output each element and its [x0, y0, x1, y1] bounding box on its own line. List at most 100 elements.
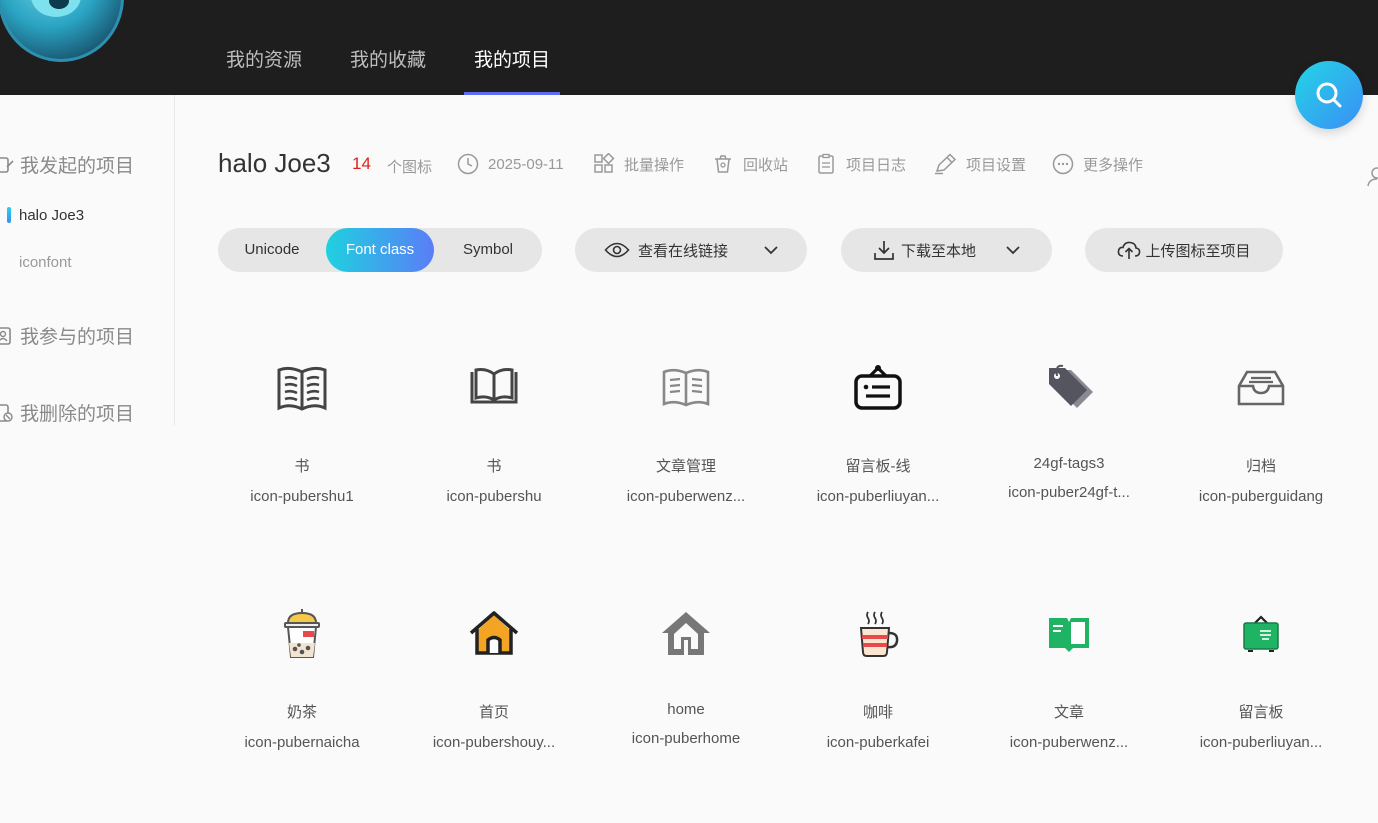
icon-card[interactable]: home icon-puberhome: [601, 604, 771, 747]
download-label: 下载至本地: [900, 242, 976, 260]
tab-my-resources[interactable]: 我的资源: [226, 0, 302, 95]
sidebar-group-deleted[interactable]: 我删除的项目: [0, 399, 134, 426]
more-icon: [1052, 153, 1074, 175]
article-icon: [662, 368, 710, 407]
sidebar-group-label: 我删除的项目: [20, 404, 135, 425]
home-gray-icon: [662, 612, 710, 655]
icon-card[interactable]: 文章管理 icon-puberwenz...: [601, 358, 771, 505]
icon-card[interactable]: 书 icon-pubershu1: [217, 358, 387, 505]
sidebar-item-iconfont[interactable]: iconfont: [19, 254, 72, 271]
milk-tea-icon: [284, 609, 320, 658]
cloud-upload-icon: [1118, 241, 1141, 259]
recycle-bin-button[interactable]: 回收站: [712, 150, 788, 178]
chevron-down-icon: [1006, 246, 1020, 255]
message-board-green-icon: [1243, 615, 1279, 652]
icon-card[interactable]: 书 icon-pubershu: [409, 358, 579, 505]
icon-card[interactable]: 24gf-tags3 icon-puber24gf-t...: [984, 358, 1154, 501]
eye-icon: [604, 242, 630, 258]
icon-class: icon-pubershu: [446, 488, 542, 505]
more-operations-button[interactable]: 更多操作: [1052, 150, 1143, 178]
user-icon[interactable]: [1366, 166, 1378, 188]
icon-name: 奶茶: [286, 704, 317, 721]
project-date: 2025-09-11: [457, 150, 564, 178]
user-doc-icon: [0, 326, 11, 345]
pencil-icon: [935, 153, 957, 175]
project-date-text: 2025-09-11: [488, 155, 564, 173]
more-operations-label: 更多操作: [1083, 156, 1144, 174]
icon-card[interactable]: 奶茶 icon-pubernaicha: [217, 604, 387, 751]
tab-my-favorites[interactable]: 我的收藏: [350, 0, 426, 95]
recycle-bin-label: 回收站: [743, 156, 789, 174]
message-board-icon: [854, 365, 902, 410]
open-book-icon: [470, 368, 518, 404]
icon-name: 首页: [478, 704, 509, 721]
icon-class: icon-puberguidang: [1198, 488, 1324, 505]
icon-card[interactable]: 文章 icon-puberwenz...: [984, 604, 1154, 751]
icon-name: 文章: [1053, 704, 1084, 721]
project-log-button[interactable]: 项目日志: [815, 150, 906, 178]
batch-operation-label: 批量操作: [624, 156, 685, 174]
online-link-dropdown[interactable]: 查看在线链接: [575, 228, 807, 272]
download-dropdown[interactable]: 下载至本地: [841, 228, 1052, 272]
avatar[interactable]: [0, 0, 124, 62]
archive-icon: [1237, 370, 1285, 406]
tags-icon: [1049, 364, 1093, 408]
home-color-icon: [469, 611, 519, 655]
deleted-doc-icon: [0, 403, 13, 422]
sidebar-group-label: 我参与的项目: [20, 327, 135, 348]
icon-card[interactable]: 首页 icon-pubershouy...: [409, 604, 579, 751]
active-indicator: [7, 207, 11, 223]
icon-name: 书: [486, 458, 502, 475]
sidebar-group-joined[interactable]: 我参与的项目: [0, 322, 134, 349]
icon-name: home: [667, 701, 705, 718]
icon-name: 归档: [1245, 458, 1276, 475]
icon-class: icon-puberwenz...: [1009, 734, 1129, 751]
icon-class: icon-pubernaicha: [244, 734, 360, 751]
icon-class: icon-puber24gf-t...: [1008, 484, 1130, 501]
icon-class: icon-puberliuyan...: [816, 488, 940, 505]
icon-class: icon-pubershu1: [250, 488, 354, 505]
clipboard-icon: [818, 153, 834, 174]
icon-count-label: 个图标: [387, 159, 433, 176]
icon-class: icon-puberliuyan...: [1199, 734, 1323, 751]
icon-name: 文章管理: [655, 458, 716, 475]
icon-class: icon-pubershouy...: [432, 734, 556, 751]
sidebar-group-label: 我发起的项目: [20, 156, 135, 177]
icon-card[interactable]: 咖啡 icon-puberkafei: [793, 604, 963, 751]
book-lines-icon: [277, 366, 327, 411]
upload-icons-label: 上传图标至项目: [1145, 242, 1251, 260]
download-icon: [874, 241, 894, 260]
edit-doc-icon: [0, 156, 14, 173]
icon-card[interactable]: 留言板-线 icon-puberliuyan...: [793, 358, 963, 505]
project-title: halo Joe3: [218, 148, 331, 178]
grid-icon: [594, 153, 615, 173]
mode-symbol[interactable]: Symbol: [434, 228, 542, 272]
mode-unicode[interactable]: Unicode: [218, 228, 326, 272]
batch-operation-button[interactable]: 批量操作: [593, 150, 684, 178]
top-bar: 我的资源 我的收藏 我的项目: [0, 0, 1378, 95]
icon-class: icon-puberkafei: [826, 734, 930, 751]
trash-icon: [715, 155, 731, 173]
mode-font-class[interactable]: Font class: [326, 228, 434, 272]
sidebar-group-created[interactable]: 我发起的项目: [0, 151, 134, 178]
clock-icon: [457, 153, 479, 175]
icon-card[interactable]: 归档 icon-puberguidang: [1176, 358, 1346, 505]
icon-name: 留言板-线: [845, 458, 911, 475]
online-link-label: 查看在线链接: [637, 242, 728, 260]
search-button[interactable]: [1295, 61, 1363, 129]
icon-class: icon-puberhome: [631, 730, 741, 747]
sidebar: 我发起的项目 halo Joe3 iconfont 我参与的项目 我删除的项目: [0, 95, 175, 425]
project-settings-label: 项目设置: [966, 156, 1027, 174]
icon-card[interactable]: 留言板 icon-puberliuyan...: [1176, 604, 1346, 751]
search-icon: [1316, 82, 1342, 108]
top-nav: 我的资源 我的收藏 我的项目: [226, 0, 598, 95]
project-log-label: 项目日志: [846, 156, 907, 174]
icon-name: 留言板: [1238, 704, 1284, 721]
icon-name: 咖啡: [862, 704, 893, 721]
sidebar-item-halo-joe3[interactable]: halo Joe3: [19, 207, 84, 224]
coffee-icon: [859, 611, 899, 657]
chevron-down-icon: [764, 246, 778, 255]
tab-my-projects[interactable]: 我的项目: [464, 0, 561, 95]
upload-icons-button[interactable]: 上传图标至项目: [1085, 228, 1283, 272]
project-settings-button[interactable]: 项目设置: [933, 150, 1026, 178]
